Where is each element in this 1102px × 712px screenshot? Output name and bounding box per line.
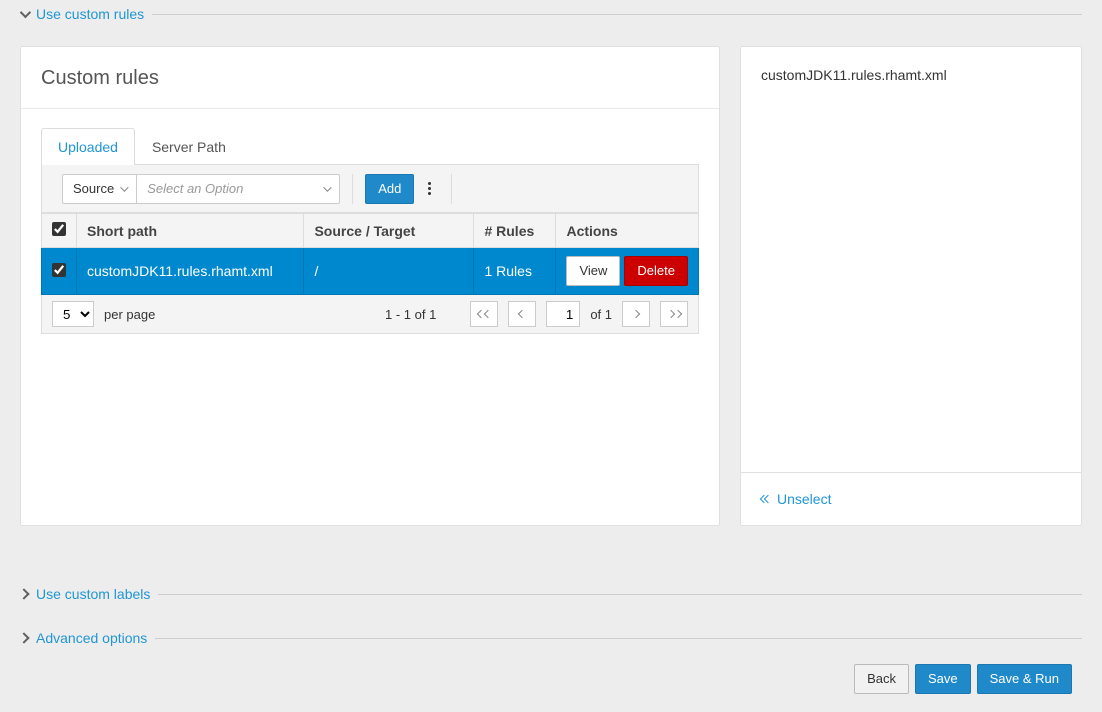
unselect-label: Unselect [777, 491, 831, 507]
custom-rules-panel: Custom rules Uploaded Server Path Source… [20, 46, 720, 526]
prev-page-button[interactable] [508, 301, 536, 327]
cell-source-target: / [304, 248, 474, 295]
col-source-target: Source / Target [304, 214, 474, 248]
section-custom-rules[interactable]: Use custom rules [20, 0, 1082, 22]
chevron-down-icon [323, 183, 331, 191]
section-title: Use custom labels [36, 586, 150, 602]
col-actions: Actions [556, 214, 699, 248]
divider [152, 14, 1082, 15]
per-page-select[interactable]: 5 [52, 301, 94, 327]
pagination: 5 per page 1 - 1 of 1 of 1 [41, 295, 699, 334]
divider [155, 638, 1082, 639]
page-total: of 1 [590, 307, 612, 322]
divider [451, 174, 452, 204]
cell-short-path: customJDK11.rules.rhamt.xml [77, 248, 304, 295]
section-title: Advanced options [36, 630, 147, 646]
chevron-down-icon [120, 183, 128, 191]
row-checkbox[interactable] [52, 263, 66, 277]
tab-server-path[interactable]: Server Path [135, 128, 243, 165]
next-page-button[interactable] [622, 301, 650, 327]
chevron-right-icon [18, 632, 29, 643]
tabs: Uploaded Server Path [41, 127, 699, 165]
divider [158, 594, 1082, 595]
page-range: 1 - 1 of 1 [385, 307, 436, 322]
selected-filename: customJDK11.rules.rhamt.xml [761, 67, 1061, 83]
select-placeholder: Select an Option [147, 181, 243, 196]
chevron-down-icon [20, 7, 31, 18]
rules-table: Short path Source / Target # Rules Actio… [41, 213, 699, 295]
kebab-menu[interactable] [420, 176, 439, 201]
panel-title: Custom rules [21, 47, 719, 109]
source-filter-label: Source [73, 181, 114, 196]
last-page-button[interactable] [660, 301, 688, 327]
section-advanced-options[interactable]: Advanced options [20, 630, 1082, 646]
per-page-label: per page [104, 307, 155, 322]
source-filter-button[interactable]: Source [62, 174, 136, 204]
footer-actions: Back Save Save & Run [854, 664, 1072, 694]
double-chevron-left-icon [761, 496, 769, 502]
delete-button[interactable]: Delete [624, 256, 688, 286]
unselect-link[interactable]: Unselect [761, 491, 1061, 507]
cell-rules: 1 Rules [474, 248, 556, 295]
select-all-checkbox[interactable] [52, 222, 66, 236]
section-title: Use custom rules [36, 6, 144, 22]
divider [352, 174, 353, 204]
chevron-right-icon [18, 588, 29, 599]
add-button[interactable]: Add [365, 174, 414, 204]
source-filter-select[interactable]: Select an Option [136, 174, 340, 204]
view-button[interactable]: View [566, 256, 620, 286]
back-button[interactable]: Back [854, 664, 909, 694]
col-short-path: Short path [77, 214, 304, 248]
table-row[interactable]: customJDK11.rules.rhamt.xml / 1 Rules Vi… [42, 248, 699, 295]
save-button[interactable]: Save [915, 664, 971, 694]
page-number-input[interactable] [546, 301, 580, 327]
selection-panel: customJDK11.rules.rhamt.xml Unselect [740, 46, 1082, 526]
col-rules: # Rules [474, 214, 556, 248]
section-custom-labels[interactable]: Use custom labels [20, 586, 1082, 602]
tab-uploaded[interactable]: Uploaded [41, 128, 135, 165]
first-page-button[interactable] [470, 301, 498, 327]
save-and-run-button[interactable]: Save & Run [977, 664, 1072, 694]
toolbar: Source Select an Option Add [41, 165, 699, 213]
